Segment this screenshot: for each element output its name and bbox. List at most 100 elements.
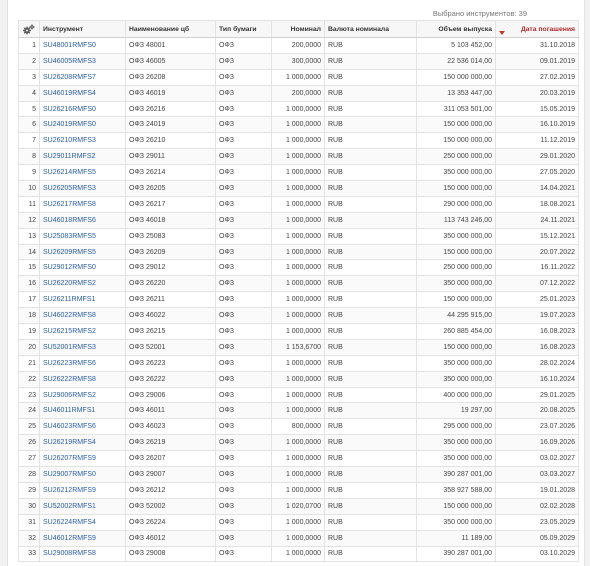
issue-volume: 390 287 001,00 xyxy=(416,545,496,563)
table-row[interactable]: 1 SU48001RMFS0 ОФЗ 48001 ОФЗ 200,0000 RUB 5 10… xyxy=(18,37,579,54)
table-row[interactable]: 24 SU46011RMFS1 ОФЗ 46011 ОФЗ 1 000,0000 RUB 1… xyxy=(18,402,579,420)
instrument-code-link[interactable]: SU52001RMFS3 xyxy=(43,344,96,351)
column-header-maturity-label: Дата погашения xyxy=(520,25,575,33)
instrument-code-link[interactable]: SU46023RMFS6 xyxy=(43,423,96,430)
table-row[interactable]: 30 SU52002RMFS1 ОФЗ 52002 ОФЗ 1 020,0700 RUB 1… xyxy=(18,497,579,515)
nominal-currency: RUB xyxy=(324,37,417,54)
issue-volume: 250 000 000,00 xyxy=(416,259,496,277)
table-row[interactable]: 26 SU26219RMFS4 ОФЗ 26219 ОФЗ 1 000,0000 RUB 3… xyxy=(18,434,579,452)
instrument-code-link[interactable]: SU29006RMFS2 xyxy=(43,392,96,399)
table-row[interactable]: 12 SU46018RMFS6 ОФЗ 46018 ОФЗ 1 000,0000 RUB 1… xyxy=(18,211,579,229)
table-row[interactable]: 25 SU46023RMFS6 ОФЗ 46023 ОФЗ 800,0000 RUB 295… xyxy=(18,418,579,436)
instrument-code-link[interactable]: SU46019RMFS4 xyxy=(43,90,96,97)
table-row[interactable]: 32 SU46012RMFS9 ОФЗ 46012 ОФЗ 1 000,0000 RUB 1… xyxy=(18,529,579,547)
instrument-code-link[interactable]: SU46011RMFS1 xyxy=(43,407,95,414)
column-header-nominal[interactable]: Номинал xyxy=(271,20,325,38)
column-header-name[interactable]: Наименование цб xyxy=(125,20,216,38)
maturity-date: 05.09.2029 xyxy=(495,529,579,547)
instrument-code-link[interactable]: SU24019RMFS0 xyxy=(43,121,96,128)
column-header-instrument[interactable]: Инструмент xyxy=(39,20,126,38)
instrument-code-link[interactable]: SU26210RMFS3 xyxy=(43,137,96,144)
instrument-cell: SU46005RMFS3 xyxy=(39,52,126,70)
table-row[interactable]: 6 SU24019RMFS0 ОФЗ 24019 ОФЗ 1 000,0000 RUB 15… xyxy=(18,116,579,134)
table-row[interactable]: 14 SU26209RMFS5 ОФЗ 26209 ОФЗ 1 000,0000 RUB 1… xyxy=(18,243,579,261)
instrument-code-link[interactable]: SU26205RMFS3 xyxy=(43,185,96,192)
instrument-code-link[interactable]: SU26223RMFS6 xyxy=(43,360,96,367)
column-header-type[interactable]: Тип бумаги xyxy=(215,20,272,38)
table-row[interactable]: 2 SU46005RMFS3 ОФЗ 46005 ОФЗ 300,0000 RUB 22 5… xyxy=(18,52,579,70)
column-header-volume[interactable]: Объем выпуска xyxy=(416,20,496,38)
instrument-cell: SU24019RMFS0 xyxy=(39,116,126,134)
table-row[interactable]: 10 SU26205RMFS3 ОФЗ 26205 ОФЗ 1 000,0000 RUB 1… xyxy=(18,180,579,197)
instrument-code-link[interactable]: SU26215RMFS2 xyxy=(43,328,96,335)
table-row[interactable]: 9 SU26214RMFS5 ОФЗ 26214 ОФЗ 1 000,0000 RUB 35… xyxy=(18,164,579,182)
table-row[interactable]: 20 SU52001RMFS3 ОФЗ 52001 ОФЗ 1 153,6700 RUB 1… xyxy=(18,338,579,356)
instrument-code-link[interactable]: SU26224RMFS4 xyxy=(43,519,96,526)
instrument-code-link[interactable]: SU29008RMFS8 xyxy=(43,550,96,557)
instrument-code-link[interactable]: SU26209RMFS5 xyxy=(43,249,96,256)
instrument-code-link[interactable]: SU52002RMFS1 xyxy=(43,503,96,510)
table-row[interactable]: 11 SU26217RMFS8 ОФЗ 26217 ОФЗ 1 000,0000 RUB 2… xyxy=(18,195,579,213)
table-row[interactable]: 13 SU25083RMFS5 ОФЗ 25083 ОФЗ 1 000,0000 RUB 3… xyxy=(18,227,579,245)
instrument-code-link[interactable]: SU26222RMFS8 xyxy=(43,376,96,383)
table-row[interactable]: 19 SU26215RMFS2 ОФЗ 26215 ОФЗ 1 000,0000 RUB 2… xyxy=(18,323,579,340)
security-type: ОФЗ xyxy=(215,68,272,86)
issue-volume: 11 189,00 xyxy=(416,529,496,547)
instrument-code-link[interactable]: SU26211RMFS1 xyxy=(43,296,95,303)
instrument-code-link[interactable]: SU25083RMFS5 xyxy=(43,233,96,240)
table-row[interactable]: 18 SU46022RMFS8 ОФЗ 46022 ОФЗ 1 000,0000 RUB 4… xyxy=(18,307,579,325)
instrument-code-link[interactable]: SU26219RMFS4 xyxy=(43,439,96,446)
table-row[interactable]: 15 SU29012RMFS0 ОФЗ 29012 ОФЗ 1 000,0000 RUB 2… xyxy=(18,259,579,277)
instrument-code-link[interactable]: SU26212RMFS9 xyxy=(43,487,96,494)
instrument-code-link[interactable]: SU26220RMFS2 xyxy=(43,280,96,287)
table-row[interactable]: 21 SU26223RMFS6 ОФЗ 26223 ОФЗ 1 000,0000 RUB 3… xyxy=(18,354,579,372)
nominal-value: 1 000,0000 xyxy=(271,180,325,197)
table-row[interactable]: 3 SU26208RMFS7 ОФЗ 26208 ОФЗ 1 000,0000 RUB 15… xyxy=(18,68,579,86)
row-index: 1 xyxy=(18,37,40,54)
instrument-code-link[interactable]: SU29007RMFS0 xyxy=(43,471,96,478)
instrument-cell: SU46011RMFS1 xyxy=(39,402,126,420)
column-settings-button[interactable] xyxy=(18,20,40,38)
instrument-code-link[interactable]: SU26216RMFS0 xyxy=(43,106,96,113)
table-row[interactable]: 7 SU26210RMFS3 ОФЗ 26210 ОФЗ 1 000,0000 RUB 15… xyxy=(18,132,579,150)
instrument-code-link[interactable]: SU46022RMFS8 xyxy=(43,312,96,319)
row-index: 31 xyxy=(18,513,40,531)
table-row[interactable]: 22 SU26222RMFS8 ОФЗ 26222 ОФЗ 1 000,0000 RUB 3… xyxy=(18,370,579,388)
instrument-code-link[interactable]: SU26217RMFS8 xyxy=(43,201,96,208)
row-index: 28 xyxy=(18,466,40,483)
instrument-code-link[interactable]: SU46012RMFS9 xyxy=(43,535,96,542)
maturity-date: 15.12.2021 xyxy=(495,227,579,245)
row-index: 5 xyxy=(18,100,40,118)
table-row[interactable]: 29 SU26212RMFS9 ОФЗ 26212 ОФЗ 1 000,0000 RUB 3… xyxy=(18,481,579,499)
table-row[interactable]: 16 SU26220RMFS2 ОФЗ 26220 ОФЗ 1 000,0000 RUB 3… xyxy=(18,275,579,293)
table-row[interactable]: 31 SU26224RMFS4 ОФЗ 26224 ОФЗ 1 000,0000 RUB 3… xyxy=(18,513,579,531)
instrument-cell: SU46023RMFS6 xyxy=(39,418,126,436)
table-row[interactable]: 8 SU29011RMFS2 ОФЗ 29011 ОФЗ 1 000,0000 RUB 25… xyxy=(18,148,579,166)
instrument-code-link[interactable]: SU26207RMFS9 xyxy=(43,455,96,462)
table-row[interactable]: 33 SU29008RMFS8 ОФЗ 29008 ОФЗ 1 000,0000 RUB 3… xyxy=(18,545,579,563)
instrument-code-link[interactable]: SU29012RMFS0 xyxy=(43,264,96,271)
table-row[interactable]: 28 SU29007RMFS0 ОФЗ 29007 ОФЗ 1 000,0000 RUB 3… xyxy=(18,466,579,483)
maturity-date: 09.01.2019 xyxy=(495,52,579,70)
table-row[interactable]: 23 SU29006RMFS2 ОФЗ 29006 ОФЗ 1 000,0000 RUB 4… xyxy=(18,386,579,404)
security-name: ОФЗ 26219 xyxy=(125,434,216,452)
maturity-date: 19.01.2028 xyxy=(495,481,579,499)
instrument-code-link[interactable]: SU46005RMFS3 xyxy=(43,58,96,65)
table-row[interactable]: 17 SU26211RMFS1 ОФЗ 26211 ОФЗ 1 000,0000 RUB 1… xyxy=(18,291,579,309)
instrument-code-link[interactable]: SU48001RMFS0 xyxy=(43,42,96,49)
instrument-code-link[interactable]: SU26214RMFS5 xyxy=(43,169,96,176)
instrument-code-link[interactable]: SU26208RMFS7 xyxy=(43,74,96,81)
table-row[interactable]: 5 SU26216RMFS0 ОФЗ 26216 ОФЗ 1 000,0000 RUB 31… xyxy=(18,100,579,118)
column-header-currency[interactable]: Валюта номинала xyxy=(324,20,417,38)
issue-volume: 150 000 000,00 xyxy=(416,243,496,261)
maturity-date: 15.05.2019 xyxy=(495,100,579,118)
issue-volume: 311 053 501,00 xyxy=(416,100,496,118)
table-row[interactable]: 4 SU46019RMFS4 ОФЗ 46019 ОФЗ 200,0000 RUB 13 3… xyxy=(18,84,579,102)
nominal-value: 1 000,0000 xyxy=(271,370,325,388)
instrument-code-link[interactable]: SU29011RMFS2 xyxy=(43,153,95,160)
table-row[interactable]: 27 SU26207RMFS9 ОФЗ 26207 ОФЗ 1 000,0000 RUB 3… xyxy=(18,450,579,468)
nominal-currency: RUB xyxy=(324,386,417,404)
row-index: 15 xyxy=(18,259,40,277)
instrument-code-link[interactable]: SU46018RMFS6 xyxy=(43,217,96,224)
column-header-maturity[interactable]: Дата погашения xyxy=(495,20,579,38)
